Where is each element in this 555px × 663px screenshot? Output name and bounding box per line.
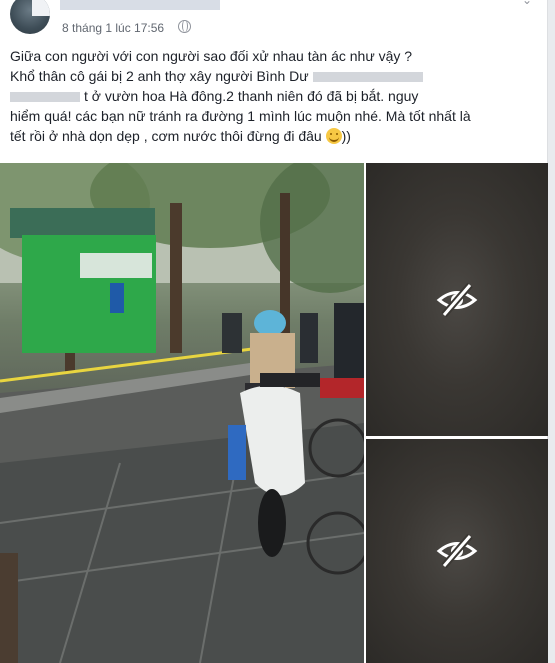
post-line: t ở vườn hoa Hà đông.2 thanh niên đó đã …	[10, 86, 540, 106]
post-body-text: Giữa con người với con người sao đối xử …	[10, 46, 540, 146]
eye-slash-icon[interactable]	[436, 279, 478, 321]
post-timestamp[interactable]: 8 tháng 1 lúc 17:56	[62, 21, 164, 35]
post-text-line: ))	[341, 128, 351, 144]
post-text-line: hiểm quá! các bạn nữ tránh ra đường 1 mì…	[10, 108, 471, 124]
post-photo-hidden-top[interactable]	[366, 163, 548, 436]
globe-icon[interactable]	[178, 20, 191, 33]
author-name-redacted[interactable]	[60, 0, 220, 10]
post-photo-hidden-bottom[interactable]	[366, 439, 548, 663]
street-scene-illustration	[0, 163, 364, 663]
post-line: hiểm quá! các bạn nữ tránh ra đường 1 mì…	[10, 106, 540, 126]
post-text-line: tết rồi ở nhà dọn dẹp , cơm nước thôi đừ…	[10, 128, 322, 144]
eye-slash-icon[interactable]	[436, 530, 478, 572]
text-redaction	[10, 92, 80, 103]
post-text-line: t ở vườn hoa Hà đông.2 thanh niên đó đã …	[84, 88, 419, 104]
facebook-post: 8 tháng 1 lúc 17:56 ⌄ Giữa con người với…	[0, 0, 548, 663]
avatar[interactable]	[10, 0, 50, 34]
post-photo-main[interactable]	[0, 163, 364, 663]
post-text-line: Giữa con người với con người sao đối xử …	[10, 48, 413, 64]
avatar-redaction	[32, 0, 50, 16]
post-line: Khổ thân cô gái bị 2 anh thợ xây người B…	[10, 66, 540, 86]
post-line: Giữa con người với con người sao đối xử …	[10, 46, 540, 66]
smiling-face-icon	[325, 128, 342, 144]
text-redaction	[312, 72, 423, 83]
post-header: 8 tháng 1 lúc 17:56 ⌄	[0, 0, 548, 46]
post-line: tết rồi ở nhà dọn dẹp , cơm nước thôi đừ…	[10, 126, 540, 146]
post-text-line: Khổ thân cô gái bị 2 anh thợ xây người B…	[10, 68, 309, 84]
chevron-down-icon[interactable]: ⌄	[520, 0, 534, 6]
